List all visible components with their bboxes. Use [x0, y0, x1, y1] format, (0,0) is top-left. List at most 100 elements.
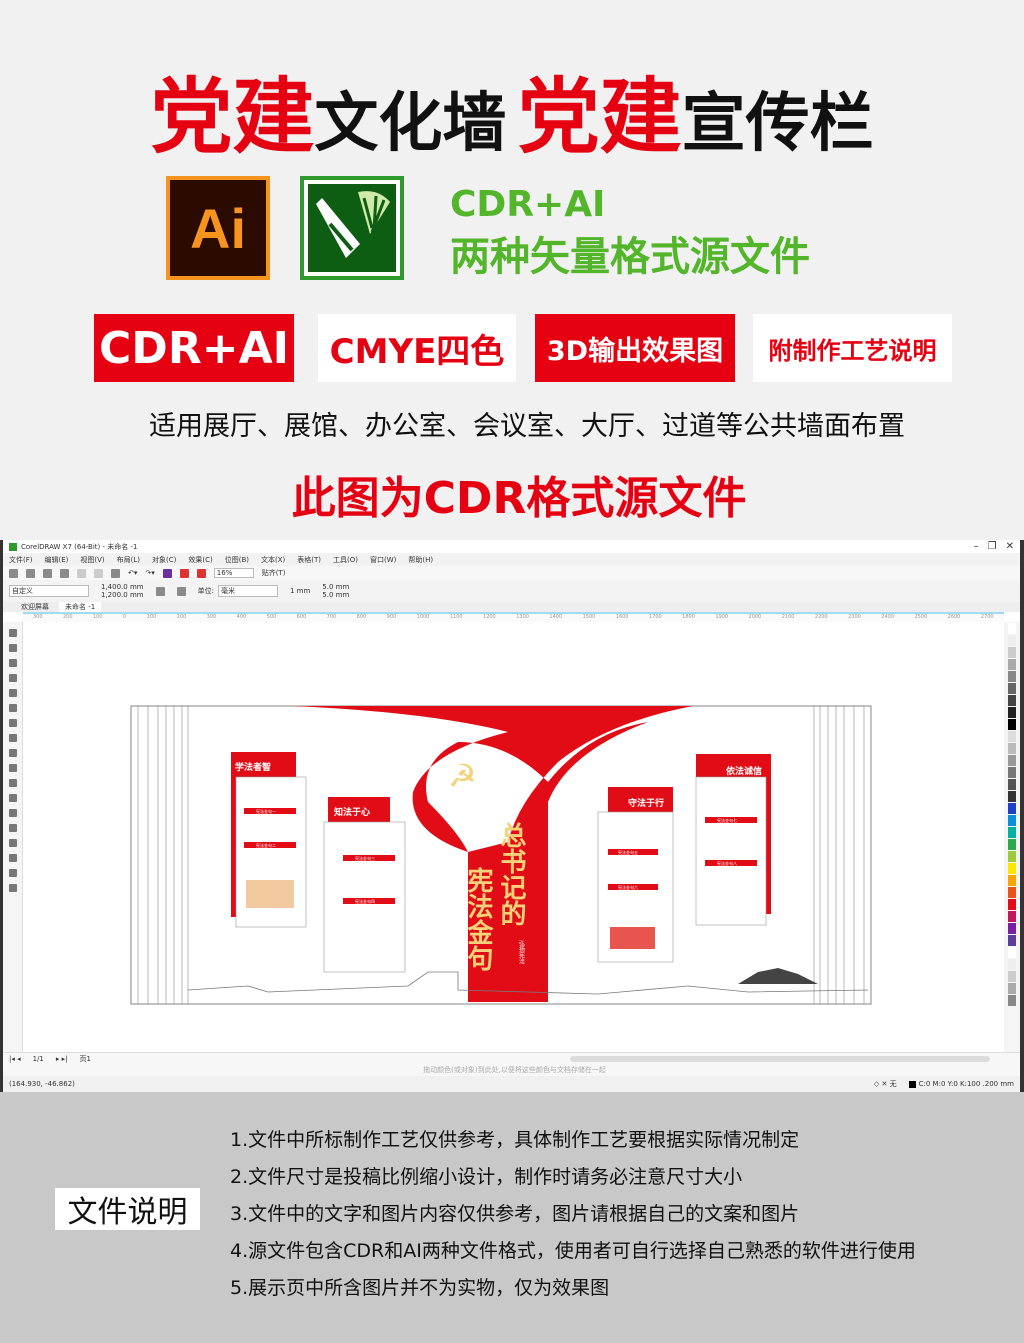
tool-icon[interactable]: [8, 704, 17, 712]
snap-menu[interactable]: 贴齐(T): [262, 568, 286, 578]
palette-swatch[interactable]: [1008, 623, 1016, 634]
ruler-tick: 1600: [615, 614, 629, 620]
palette-swatch[interactable]: [1008, 935, 1016, 946]
palette-swatch[interactable]: [1008, 695, 1016, 706]
document-tabs: 欢迎屏幕 未命名 -1: [3, 602, 1020, 612]
undo-icon[interactable]: ↶▾: [128, 569, 137, 577]
restore-button[interactable]: ❐: [988, 541, 997, 552]
palette-swatch[interactable]: [1008, 839, 1016, 850]
menu-item[interactable]: 效果(C): [188, 555, 212, 565]
menu-item[interactable]: 位图(B): [225, 555, 249, 565]
paste-icon[interactable]: [111, 568, 120, 578]
palette-swatch[interactable]: [1008, 827, 1016, 838]
palette-swatch[interactable]: [1008, 875, 1016, 886]
duplicate-x-field[interactable]: 5.0 mm: [322, 583, 349, 591]
palette-swatch[interactable]: [1008, 719, 1016, 730]
first-page-button[interactable]: |◂ ◂: [9, 1055, 21, 1063]
menu-item[interactable]: 文本(X): [261, 555, 285, 565]
page-width-field[interactable]: 1,400.0 mm: [101, 583, 144, 591]
palette-swatch[interactable]: [1008, 815, 1016, 826]
palette-swatch[interactable]: [1008, 743, 1016, 754]
palette-swatch[interactable]: [1008, 971, 1016, 982]
import-icon[interactable]: [179, 568, 189, 578]
print-icon[interactable]: [60, 568, 69, 578]
menu-item[interactable]: 表格(T): [297, 555, 321, 565]
palette-swatch[interactable]: [1008, 635, 1016, 646]
open-icon[interactable]: [26, 568, 35, 578]
palette-swatch[interactable]: [1008, 995, 1016, 1006]
menu-item[interactable]: 对象(C): [152, 555, 176, 565]
file-notes-label: 文件说明: [55, 1188, 200, 1230]
palette-swatch[interactable]: [1008, 803, 1016, 814]
menu-item[interactable]: 窗口(W): [370, 555, 396, 565]
tool-icon[interactable]: [8, 854, 17, 862]
export-icon[interactable]: [196, 568, 206, 578]
tab-welcome[interactable]: 欢迎屏幕: [21, 602, 49, 612]
tool-icon[interactable]: [8, 719, 17, 727]
cut-icon[interactable]: [77, 568, 86, 578]
menu-item[interactable]: 工具(O): [333, 555, 358, 565]
menu-item[interactable]: 编辑(E): [45, 555, 69, 565]
palette-swatch[interactable]: [1008, 959, 1016, 970]
page-tab[interactable]: 页1: [80, 1054, 91, 1064]
redo-icon[interactable]: ↷▾: [145, 569, 154, 577]
page-height-field[interactable]: 1,200.0 mm: [101, 591, 144, 599]
tool-icon[interactable]: [8, 884, 17, 892]
palette-swatch[interactable]: [1008, 899, 1016, 910]
close-button[interactable]: ✕: [1006, 541, 1014, 552]
palette-swatch[interactable]: [1008, 707, 1016, 718]
palette-swatch[interactable]: [1008, 947, 1016, 958]
landscape-icon[interactable]: [176, 586, 186, 596]
tool-icon[interactable]: [8, 839, 17, 847]
tool-icon[interactable]: [8, 734, 17, 742]
horizontal-scrollbar[interactable]: [570, 1055, 990, 1062]
tool-icon[interactable]: [8, 809, 17, 817]
tool-icon[interactable]: [8, 674, 17, 682]
launcher-icon[interactable]: [162, 568, 172, 578]
tool-icon[interactable]: [8, 749, 17, 757]
new-icon[interactable]: [9, 568, 18, 578]
palette-swatch[interactable]: [1008, 659, 1016, 670]
menu-item[interactable]: 文件(F): [9, 555, 33, 565]
next-page-button[interactable]: ▸ ▸|: [56, 1055, 68, 1063]
tool-icon[interactable]: [8, 779, 17, 787]
tool-icon[interactable]: [8, 869, 17, 877]
palette-swatch[interactable]: [1008, 851, 1016, 862]
menu-item[interactable]: 布局(L): [117, 555, 140, 565]
menu-item[interactable]: 帮助(H): [408, 555, 433, 565]
palette-swatch[interactable]: [1008, 779, 1016, 790]
palette-swatch[interactable]: [1008, 911, 1016, 922]
tab-untitled[interactable]: 未命名 -1: [59, 602, 102, 612]
palette-swatch[interactable]: [1008, 791, 1016, 802]
ruler-tick: 2500: [914, 614, 928, 620]
ruler-tick: 300: [33, 614, 43, 620]
duplicate-y-field[interactable]: 5.0 mm: [322, 591, 349, 599]
tool-icon[interactable]: [8, 659, 17, 667]
palette-swatch[interactable]: [1008, 647, 1016, 658]
palette-swatch[interactable]: [1008, 863, 1016, 874]
menu-item[interactable]: 视图(V): [80, 555, 104, 565]
tool-icon[interactable]: [8, 764, 17, 772]
tool-icon[interactable]: [8, 644, 17, 652]
palette-swatch[interactable]: [1008, 731, 1016, 742]
tool-icon[interactable]: [8, 824, 17, 832]
tool-icon[interactable]: [8, 629, 17, 637]
palette-swatch[interactable]: [1008, 755, 1016, 766]
palette-swatch[interactable]: [1008, 983, 1016, 994]
zoom-select[interactable]: 16%: [213, 568, 254, 578]
minimize-button[interactable]: –: [974, 541, 979, 552]
palette-swatch[interactable]: [1008, 887, 1016, 898]
ruler-tick: 200: [176, 614, 187, 620]
palette-swatch[interactable]: [1008, 767, 1016, 778]
palette-swatch[interactable]: [1008, 671, 1016, 682]
palette-swatch[interactable]: [1008, 923, 1016, 934]
page-preset-select[interactable]: 自定义: [9, 585, 89, 597]
unit-select[interactable]: 毫米: [217, 585, 278, 597]
copy-icon[interactable]: [94, 568, 103, 578]
nudge-field[interactable]: 1 mm: [290, 587, 310, 595]
palette-swatch[interactable]: [1008, 683, 1016, 694]
portrait-icon[interactable]: [155, 586, 165, 596]
tool-icon[interactable]: [8, 689, 17, 697]
tool-icon[interactable]: [8, 794, 17, 802]
save-icon[interactable]: [43, 568, 52, 578]
